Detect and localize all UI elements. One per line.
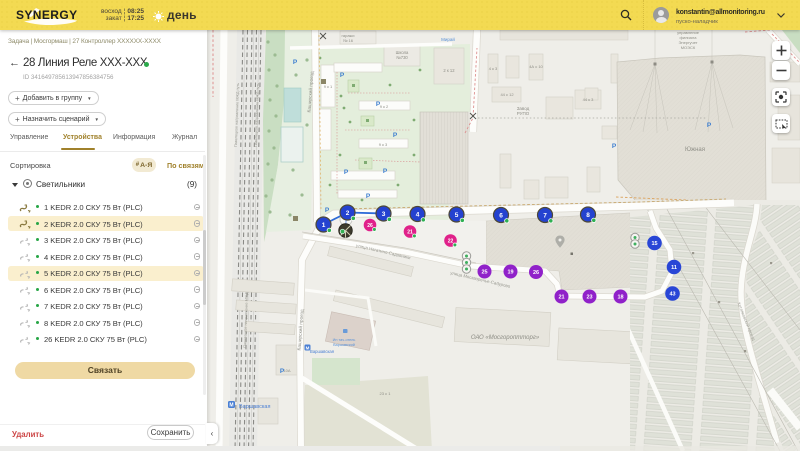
- svg-text:2: 2: [346, 210, 350, 217]
- svg-text:P: P: [344, 169, 349, 176]
- svg-text:26: 26: [533, 270, 539, 276]
- svg-text:P: P: [366, 193, 371, 200]
- svg-text:№ 16: № 16: [343, 38, 354, 43]
- svg-text:М: М: [229, 403, 233, 409]
- svg-text:3: 3: [382, 211, 386, 218]
- svg-text:18: 18: [617, 295, 623, 301]
- svg-text:22: 22: [448, 239, 454, 245]
- svg-text:SYNERGY: SYNERGY: [16, 8, 77, 22]
- svg-text:Южная: Южная: [685, 147, 705, 153]
- svg-text:4: 4: [416, 212, 420, 219]
- svg-text:P: P: [340, 72, 345, 79]
- svg-text:P: P: [325, 207, 330, 214]
- svg-text:8: 8: [586, 212, 590, 219]
- svg-text:ОАО «Мосгороптторг»: ОАО «Мосгороптторг»: [471, 335, 540, 341]
- svg-text:4 к 3: 4 к 3: [489, 66, 498, 71]
- svg-text:P: P: [393, 132, 398, 139]
- svg-text:43: 43: [669, 292, 675, 298]
- svg-text:№730: №730: [396, 55, 408, 60]
- svg-text:7: 7: [543, 213, 547, 220]
- svg-text:19: 19: [507, 270, 513, 276]
- svg-text:21: 21: [558, 295, 564, 301]
- svg-text:21: 21: [407, 230, 413, 236]
- svg-text:15: 15: [651, 241, 657, 247]
- svg-text:11: 11: [671, 265, 677, 271]
- svg-text:МОЭСК: МОЭСК: [681, 45, 696, 50]
- svg-text:P: P: [383, 168, 388, 175]
- svg-text:6: 6: [499, 213, 503, 220]
- svg-text:РУПО: РУПО: [517, 111, 530, 116]
- svg-text:23 с 1: 23 с 1: [380, 391, 392, 396]
- svg-text:9 к 2: 9 к 2: [380, 104, 389, 109]
- svg-text:2 к 12: 2 к 12: [443, 68, 455, 73]
- svg-text:Варшавская: Варшавская: [239, 404, 270, 410]
- svg-text:4А с 10: 4А с 10: [529, 64, 543, 69]
- svg-text:25: 25: [481, 270, 487, 276]
- svg-text:P: P: [376, 101, 381, 108]
- svg-text:Варшавский: Варшавский: [333, 343, 355, 347]
- svg-text:9 к 1: 9 к 1: [324, 84, 333, 89]
- svg-text:9 к 3: 9 к 3: [379, 142, 388, 147]
- svg-text:М: М: [306, 346, 310, 351]
- svg-text:P: P: [612, 143, 617, 150]
- svg-text:Мирай: Мирай: [441, 36, 455, 42]
- svg-text:P: P: [707, 122, 712, 129]
- svg-text:23: 23: [586, 295, 592, 301]
- svg-text:P: P: [293, 59, 298, 66]
- svg-text:5: 5: [455, 212, 459, 219]
- svg-text:26: 26: [367, 223, 373, 229]
- svg-text:44 с 12: 44 с 12: [500, 92, 514, 97]
- svg-text:44 к 3: 44 к 3: [583, 97, 594, 102]
- svg-text:10А: 10А: [283, 368, 290, 373]
- svg-text:Ин тач-отель: Ин тач-отель: [333, 338, 356, 342]
- svg-text:P: P: [280, 368, 285, 375]
- svg-text:Варшавская: Варшавская: [310, 349, 334, 354]
- svg-text:1: 1: [322, 222, 326, 229]
